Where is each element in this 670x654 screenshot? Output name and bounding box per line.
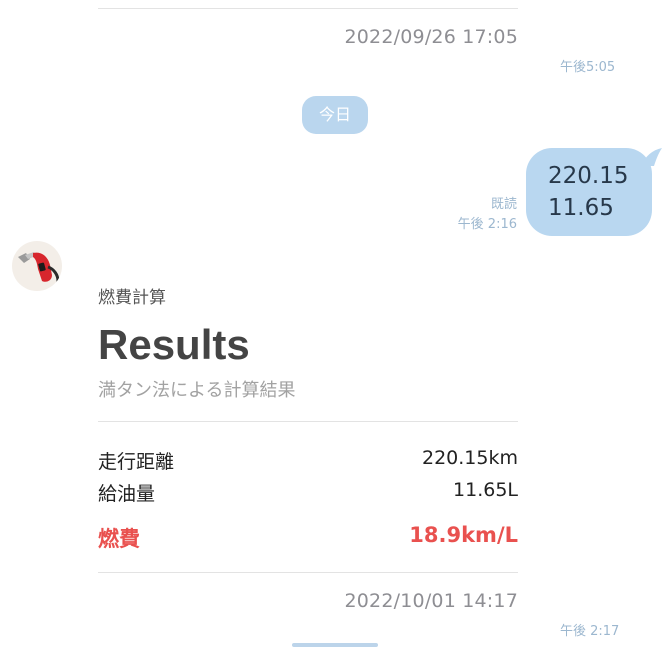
- sent-message-time: 午後 2:16: [457, 217, 517, 232]
- fuel-nozzle-icon: [18, 252, 60, 291]
- sent-message-line: 220.15: [548, 163, 629, 189]
- card-divider: [98, 572, 518, 573]
- sent-message-bubble[interactable]: [526, 148, 652, 236]
- row-label: 給油量: [98, 483, 156, 505]
- row-label: 走行距離: [98, 451, 175, 473]
- card-divider: [98, 8, 518, 9]
- previous-message-time: 午後5:05: [560, 60, 616, 75]
- card-divider: [98, 421, 518, 422]
- bot-name: 燃費計算: [98, 288, 166, 308]
- result-card-date: 2022/10/01 14:17: [344, 590, 518, 612]
- read-receipt: 既読: [490, 197, 517, 212]
- result-message-time: 午後 2:17: [560, 624, 620, 639]
- bot-avatar[interactable]: [12, 241, 62, 291]
- chat-screen: 2022/09/26 17:05 午後5:05 今日 既読 午後 2:16 22…: [0, 0, 670, 654]
- results-title: Results: [98, 321, 250, 368]
- previous-result-card[interactable]: 2022/09/26 17:05: [78, 0, 538, 72]
- row-label: 燃費: [98, 527, 140, 551]
- row-value: 18.9km/L: [409, 523, 518, 547]
- scroll-handle[interactable]: [292, 643, 378, 647]
- row-value: 11.65L: [453, 479, 518, 501]
- date-separator: 今日: [302, 96, 368, 134]
- results-subtitle: 満タン法による計算結果: [98, 380, 296, 401]
- previous-card-date: 2022/09/26 17:05: [344, 26, 518, 48]
- fuel-result-card[interactable]: 燃費計算 Results 満タン法による計算結果 走行距離 220.15km 給…: [78, 258, 538, 630]
- sent-message-line: 11.65: [548, 195, 614, 221]
- row-value: 220.15km: [422, 447, 518, 469]
